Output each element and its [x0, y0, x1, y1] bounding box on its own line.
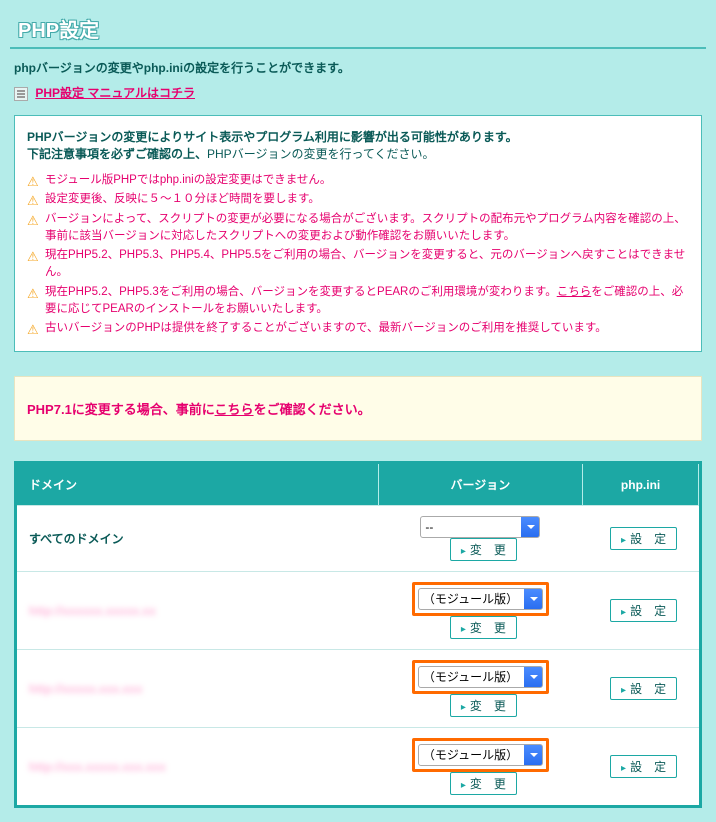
phpini-cell: 設 定 [583, 506, 699, 572]
page-root: PHP設定 phpバージョンの変更やphp.iniの設定を行うことができます。 … [2, 2, 714, 820]
warning-item: 古いバージョンのPHPは提供を終了することがございますので、最新バージョンのご利… [27, 320, 689, 337]
warning-item: 現在PHP5.2、PHP5.3、PHP5.4、PHP5.5をご利用の場合、バージ… [27, 247, 689, 282]
phpini-cell: 設 定 [583, 728, 699, 806]
php-table-wrap: ドメイン バージョン php.ini すべてのドメイン--変 更設 定http:… [14, 461, 702, 808]
th-domain: ドメイン [17, 464, 378, 506]
th-phpini: php.ini [583, 464, 699, 506]
phpini-cell: 設 定 [583, 572, 699, 650]
warning-heading-2-rest: PHPバージョンの変更を行ってください。 [207, 147, 434, 161]
version-cell: --変 更 [378, 506, 582, 572]
warning-item: バージョンによって、スクリプトの変更が必要になる場合がございます。スクリプトの配… [27, 211, 689, 246]
settings-button[interactable]: 設 定 [610, 599, 677, 622]
domain-cell: http://xxxxx.xxx.xxx [17, 650, 378, 728]
warning-heading-2: 下記注意事項を必ずご確認の上、PHPバージョンの変更を行ってください。 [27, 145, 689, 162]
notice-post: をご確認ください。 [254, 402, 371, 417]
warning-item: モジュール版PHPではphp.iniの設定変更はできません。 [27, 172, 689, 189]
th-version: バージョン [378, 464, 582, 506]
manual-row: PHP設定 マニュアルはコチラ [14, 84, 702, 101]
pear-link[interactable]: こちら [557, 286, 592, 298]
change-button[interactable]: 変 更 [450, 616, 517, 639]
manual-link[interactable]: PHP設定 マニュアルはコチラ [35, 86, 195, 100]
warning-list: モジュール版PHPではphp.iniの設定変更はできません。 設定変更後、反映に… [27, 172, 689, 337]
document-icon [14, 87, 28, 101]
domain-cell: http://xxx.xxxxx.xxx.xxx [17, 728, 378, 806]
phpini-cell: 設 定 [583, 650, 699, 728]
domain-cell: http://xxxxxx.xxxxx.xx [17, 572, 378, 650]
table-row: http://xxxxx.xxx.xxx （モジュール版） 変 更 設 定 [17, 650, 699, 728]
page-description: phpバージョンの変更やphp.iniの設定を行うことができます。 [14, 59, 702, 76]
version-cell: （モジュール版） 変 更 [378, 650, 582, 728]
version-select[interactable]: （モジュール版） [418, 666, 543, 688]
version-cell: （モジュール版） 変 更 [378, 572, 582, 650]
version-cell: （モジュール版） 変 更 [378, 728, 582, 806]
php-table: ドメイン バージョン php.ini すべてのドメイン--変 更設 定http:… [17, 464, 699, 805]
table-row: すべてのドメイン--変 更設 定 [17, 506, 699, 572]
change-button[interactable]: 変 更 [450, 694, 517, 717]
settings-button[interactable]: 設 定 [610, 527, 677, 550]
settings-button[interactable]: 設 定 [610, 755, 677, 778]
warning-item: 現在PHP5.2、PHP5.3をご利用の場合、バージョンを変更するとPEARのご… [27, 284, 689, 319]
change-button[interactable]: 変 更 [450, 772, 517, 795]
page-title: PHP設定 [10, 10, 706, 49]
notice-box: PHP7.1に変更する場合、事前にこちらをご確認ください。 [14, 376, 702, 441]
warning-box: PHPバージョンの変更によりサイト表示やプログラム利用に影響が出る可能性がありま… [14, 115, 702, 352]
warning-heading-1: PHPバージョンの変更によりサイト表示やプログラム利用に影響が出る可能性がありま… [27, 128, 689, 145]
domain-cell: すべてのドメイン [17, 506, 378, 572]
table-row: http://xxx.xxxxx.xxx.xxx （モジュール版） 変 更 設 定 [17, 728, 699, 806]
warning-heading-2-bold: 下記注意事項を必ずご確認の上、 [27, 147, 207, 161]
table-row: http://xxxxxx.xxxxx.xx （モジュール版） 変 更 設 定 [17, 572, 699, 650]
notice-pre: PHP7.1に変更する場合、事前に [27, 402, 215, 417]
warning-item: 設定変更後、反映に５〜１０分ほど時間を要します。 [27, 191, 689, 208]
change-button[interactable]: 変 更 [450, 538, 517, 561]
version-select[interactable]: （モジュール版） [418, 588, 543, 610]
version-select[interactable]: （モジュール版） [418, 744, 543, 766]
settings-button[interactable]: 設 定 [610, 677, 677, 700]
notice-link[interactable]: こちら [215, 402, 254, 417]
version-select[interactable]: -- [420, 516, 540, 538]
